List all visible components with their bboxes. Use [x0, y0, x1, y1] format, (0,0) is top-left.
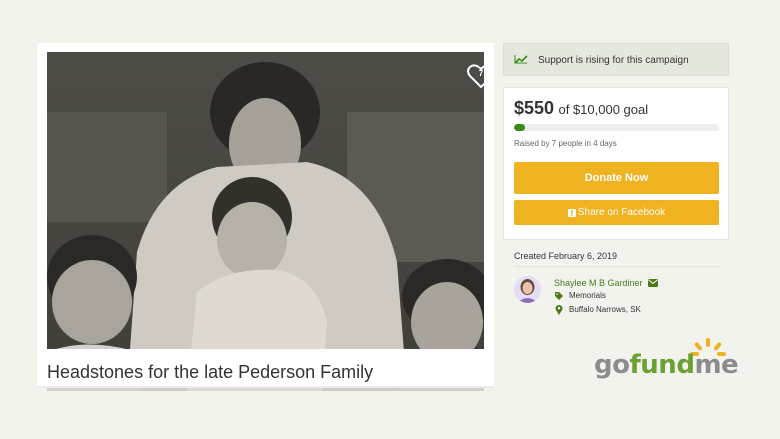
share-facebook-label: Share on Facebook: [577, 207, 666, 218]
divider: [514, 266, 720, 267]
donate-now-button[interactable]: Donate Now: [514, 162, 719, 194]
gofundme-logo: gofundme: [594, 338, 739, 382]
created-date: Created February 6, 2019: [514, 251, 618, 261]
heart-count: 7: [478, 69, 484, 78]
campaign-title: Headstones for the late Pederson Family: [47, 362, 374, 382]
goal-text: of $10,000 goal: [558, 102, 649, 117]
progress-bar: [514, 124, 719, 131]
category-text[interactable]: Memorials: [569, 291, 606, 300]
location-text: Buffalo Narrows, SK: [569, 305, 641, 314]
amount-line: $550 of $10,000 goal: [514, 98, 648, 119]
logo-go: go: [594, 350, 630, 380]
tag-icon: [555, 292, 563, 300]
donation-card: $550 of $10,000 goal Raised by 7 people …: [503, 87, 729, 240]
campaign-card: 7 Headstones for the late Pederson Famil…: [37, 43, 494, 391]
location-pin-icon: [555, 305, 563, 315]
trend-text: Support is rising for this campaign: [538, 55, 689, 66]
trend-banner: Support is rising for this campaign: [503, 43, 729, 76]
organizer-name[interactable]: Shaylee M B Gardiner: [554, 278, 643, 288]
facebook-icon: f: [567, 209, 576, 218]
raised-summary: Raised by 7 people in 4 days: [514, 139, 617, 148]
organizer-avatar[interactable]: [514, 276, 541, 303]
favorite-button[interactable]: 7: [466, 62, 484, 90]
logo-wordmark: gofundme: [594, 350, 739, 380]
campaign-photo: 7: [47, 52, 484, 391]
share-facebook-button[interactable]: f Share on Facebook: [514, 200, 719, 225]
progress-fill: [514, 124, 526, 131]
logo-me: me: [694, 350, 739, 380]
mail-icon[interactable]: [648, 279, 658, 287]
logo-fund: fund: [629, 350, 695, 380]
title-bar: Headstones for the late Pederson Family: [37, 349, 494, 388]
trend-up-icon: [514, 55, 528, 64]
raised-amount: $550: [514, 98, 555, 118]
